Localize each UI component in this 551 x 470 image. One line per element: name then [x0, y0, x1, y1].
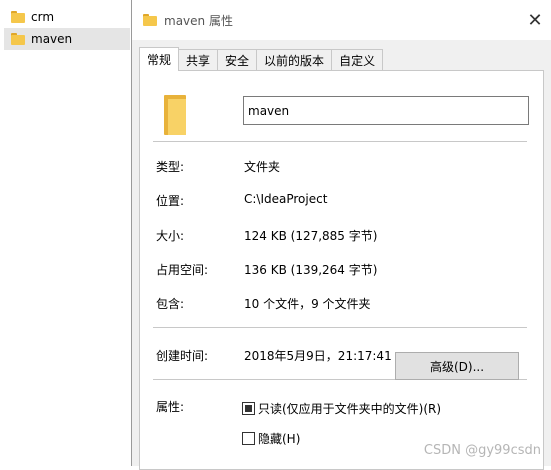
hidden-label: 隐藏(H) [258, 432, 301, 446]
properties-dialog: maven 属性 ✕ 常规 共享 安全 以前的版本 自定义 类型: 文件夹 位置… [131, 0, 551, 470]
hidden-checkbox-row[interactable]: 隐藏(H) [242, 430, 300, 447]
readonly-checkbox[interactable] [242, 402, 255, 415]
tab-bar: 常规 共享 安全 以前的版本 自定义 [139, 47, 384, 71]
tab-previous-versions[interactable]: 以前的版本 [256, 49, 333, 70]
tab-general[interactable]: 常规 [139, 47, 180, 71]
tab-security[interactable]: 安全 [217, 49, 258, 70]
disk-size-value: 136 KB (139,264 字节) [244, 263, 378, 277]
watermark: CSDN @gy99csdn [423, 443, 541, 458]
readonly-label: 只读(仅应用于文件夹中的文件)(R) [258, 402, 442, 416]
tab-sharing[interactable]: 共享 [178, 49, 219, 70]
contains-label: 包含: [156, 297, 185, 311]
folder-name-input[interactable] [243, 96, 529, 125]
advanced-button[interactable]: 高级(D)... [395, 352, 519, 380]
location-value: C:\IdeaProject [244, 192, 328, 206]
size-label: 大小: [156, 229, 185, 243]
tab-customize[interactable]: 自定义 [331, 49, 384, 70]
large-folder-icon [164, 95, 186, 135]
created-value: 2018年5月9日，21:17:41 [244, 349, 392, 363]
explorer-item-maven[interactable]: maven [4, 28, 130, 50]
divider [153, 141, 527, 142]
explorer-item-label: maven [31, 32, 73, 46]
explorer-file-list: crm maven [0, 0, 132, 466]
folder-icon [11, 11, 25, 23]
hidden-checkbox[interactable] [242, 432, 255, 445]
folder-icon [11, 33, 25, 45]
explorer-item-label: crm [31, 10, 55, 24]
readonly-checkbox-row[interactable]: 只读(仅应用于文件夹中的文件)(R) [242, 400, 441, 417]
explorer-item-crm[interactable]: crm [4, 6, 130, 28]
attributes-label: 属性: [156, 400, 185, 414]
disk-size-label: 占用空间: [156, 263, 209, 277]
dialog-title: maven 属性 [164, 14, 233, 28]
location-label: 位置: [156, 194, 185, 208]
dialog-titlebar[interactable]: maven 属性 ✕ [132, 0, 551, 40]
divider [153, 327, 527, 328]
contains-value: 10 个文件，9 个文件夹 [244, 297, 371, 311]
size-value: 124 KB (127,885 字节) [244, 229, 378, 243]
folder-icon [143, 14, 157, 26]
type-value: 文件夹 [244, 160, 281, 174]
close-icon[interactable]: ✕ [525, 10, 545, 31]
type-label: 类型: [156, 160, 185, 174]
general-panel: 类型: 文件夹 位置: C:\IdeaProject 大小: 124 KB (1… [139, 70, 544, 470]
created-label: 创建时间: [156, 349, 209, 363]
